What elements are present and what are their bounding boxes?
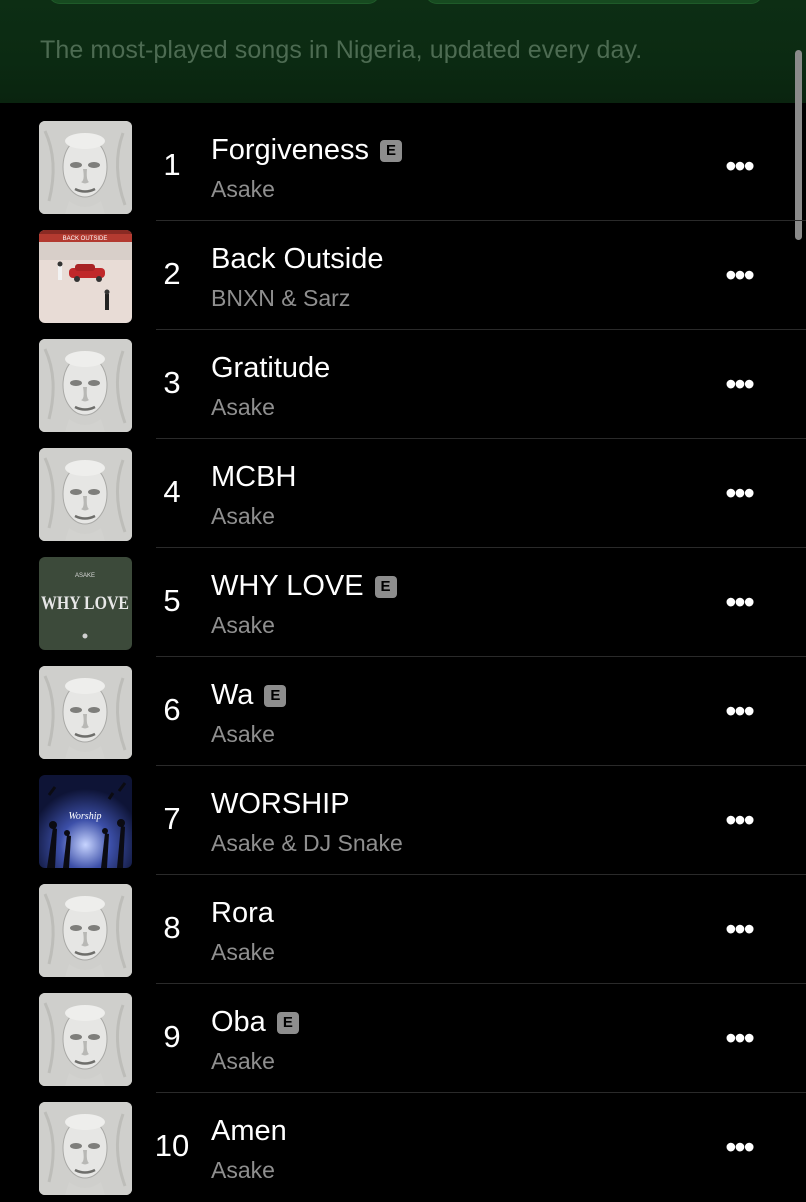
song-rank: 5 [163,583,181,618]
chart-description: The most-played songs in Nigeria, update… [40,36,643,64]
song-title-line: Back Outside [211,243,383,276]
more-options-icon[interactable]: ••• [716,473,762,513]
more-options-icon[interactable]: ••• [716,800,762,840]
more-options-icon[interactable]: ••• [716,255,762,295]
song-row[interactable]: BACK OUTSIDE 2 Back Outside BNXN & Sarz ••• [0,221,806,330]
song-title: Wa [211,679,254,711]
album-art[interactable] [39,666,132,759]
album-art[interactable] [39,121,132,214]
song-row[interactable]: 8 Rora Asake ••• [0,875,806,984]
album-art[interactable]: Worship [39,775,132,868]
song-list: 1 Forgiveness E Asake ••• BACK OUTSIDE 2 Back… [0,112,806,1202]
song-title-line: Gratitude [211,352,330,385]
more-options-icon[interactable]: ••• [716,691,762,731]
explicit-badge-icon: E [374,575,397,598]
song-row[interactable]: 3 Gratitude Asake ••• [0,330,806,439]
song-row[interactable]: 1 Forgiveness E Asake ••• [0,112,806,221]
song-rank: 3 [163,365,181,400]
song-title-line: Oba E [211,1006,299,1039]
song-row[interactable]: 6 Wa E Asake ••• [0,657,806,766]
explicit-badge-icon: E [264,684,287,707]
song-title: Forgiveness [211,134,369,166]
song-rank: 6 [163,692,181,727]
song-title: Gratitude [211,352,331,384]
explicit-badge-icon: E [276,1011,299,1034]
song-title: WORSHIP [211,788,350,820]
album-art[interactable] [39,339,132,432]
song-title-line: MCBH [211,461,296,494]
song-artist: Asake [211,176,275,202]
song-title-line: Wa E [211,679,287,712]
header-button-right[interactable] [425,0,763,4]
song-artist: Asake [211,939,275,965]
svg-text:Worship: Worship [69,811,102,822]
album-art[interactable]: ASAKE WHY LOVE [39,557,132,650]
song-title-line: Rora [211,897,274,930]
more-options-icon[interactable]: ••• [716,1018,762,1058]
song-row[interactable]: 4 MCBH Asake ••• [0,439,806,548]
song-title: Oba [211,1006,266,1038]
album-art[interactable] [39,448,132,541]
header-button-left[interactable] [48,0,380,4]
song-title: Rora [211,897,274,929]
song-artist: Asake & DJ Snake [211,830,403,856]
more-options-icon[interactable]: ••• [716,1127,762,1167]
song-artist: Asake [211,1157,275,1183]
song-artist: Asake [211,721,275,747]
song-title-line: WORSHIP [211,788,350,821]
more-options-icon[interactable]: ••• [716,582,762,622]
song-title-line: Forgiveness E [211,134,402,167]
more-options-icon[interactable]: ••• [716,909,762,949]
song-row[interactable]: 10 Amen Asake ••• [0,1093,806,1202]
more-options-icon[interactable]: ••• [716,146,762,186]
song-title: WHY LOVE [211,570,364,602]
song-rank: 8 [163,910,181,945]
song-rank: 9 [163,1019,181,1054]
song-title-line: WHY LOVE E [211,570,397,603]
more-options-icon[interactable]: ••• [716,364,762,404]
song-rank: 4 [163,474,181,509]
song-rank: 1 [163,147,181,182]
explicit-badge-icon: E [379,139,402,162]
svg-text:BACK OUTSIDE: BACK OUTSIDE [63,236,108,242]
song-artist: Asake [211,612,275,638]
svg-text:WHY LOVE: WHY LOVE [41,593,129,614]
song-rank: 10 [154,1128,190,1163]
album-art[interactable] [39,884,132,977]
album-art[interactable]: BACK OUTSIDE [39,230,132,323]
song-rank: 2 [163,256,181,291]
song-artist: BNXN & Sarz [211,285,351,311]
song-artist: Asake [211,394,275,420]
song-rank: 7 [163,801,181,836]
svg-text:ASAKE: ASAKE [75,573,95,579]
song-row[interactable]: 9 Oba E Asake ••• [0,984,806,1093]
song-row[interactable]: ASAKE WHY LOVE 5 WHY LOVE E Asake ••• [0,548,806,657]
song-title: Amen [211,1115,287,1147]
song-title: MCBH [211,461,297,493]
song-artist: Asake [211,1048,275,1074]
song-artist: Asake [211,503,275,529]
album-art[interactable] [39,1102,132,1195]
song-title: Back Outside [211,243,384,275]
song-row[interactable]: Worship 7 WORSHIP Asake & DJ Snake ••• [0,766,806,875]
album-art[interactable] [39,993,132,1086]
song-title-line: Amen [211,1115,287,1148]
chart-header: The most-played songs in Nigeria, update… [0,0,806,103]
